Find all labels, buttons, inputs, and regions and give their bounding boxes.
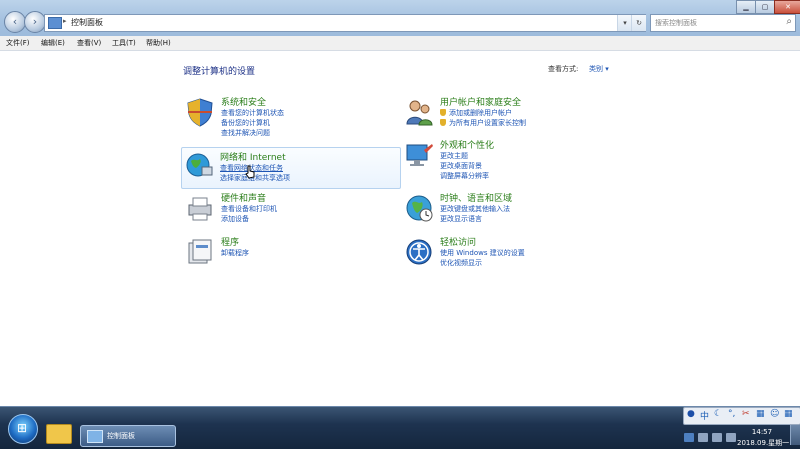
- address-dropdown-icon[interactable]: ▾: [617, 15, 632, 31]
- link-optimize-display[interactable]: 优化视频显示: [440, 258, 482, 268]
- page-title: 调整计算机的设置: [183, 67, 256, 77]
- menu-help[interactable]: 帮助(H): [146, 38, 171, 48]
- main-content: 调整计算机的设置 查看方式: 类别 ▾ 系统和安全 查看您的计算机状态 备份您的…: [0, 51, 800, 406]
- link-change-theme[interactable]: 更改主题: [440, 151, 468, 161]
- users-icon[interactable]: [404, 97, 434, 127]
- search-icon[interactable]: ⌕: [786, 16, 792, 27]
- category-title[interactable]: 外观和个性化: [440, 138, 494, 151]
- uac-shield-icon: [440, 119, 446, 126]
- control-panel-window: ‹ › ▸ 控制面板 ▾ ↻ 搜索控制面板 ⌕ ▁ ▢ ✕ 文件(F) 编辑(E…: [0, 0, 800, 406]
- category-title[interactable]: 系统和安全: [221, 95, 266, 108]
- category-title[interactable]: 程序: [221, 235, 239, 248]
- breadcrumb-control-panel[interactable]: 控制面板: [71, 17, 103, 28]
- link-screen-resolution[interactable]: 调整屏幕分辨率: [440, 171, 489, 181]
- tray-volume-icon[interactable]: [726, 433, 736, 442]
- ime-logo-icon[interactable]: ●: [687, 409, 695, 419]
- link-uninstall[interactable]: 卸载程序: [221, 248, 249, 258]
- globe-network-icon[interactable]: [184, 150, 214, 180]
- ime-user-icon[interactable]: ☺: [770, 409, 779, 419]
- breadcrumb-arrow-icon[interactable]: ▸: [63, 17, 67, 25]
- uac-shield-icon: [440, 109, 446, 116]
- ime-punct-icon[interactable]: °,: [728, 409, 735, 419]
- category-clock-language: 时钟、语言和区域 更改键盘或其他输入法 更改显示语言: [402, 191, 618, 231]
- ime-menu-icon[interactable]: ▦: [784, 409, 793, 419]
- category-system-security: 系统和安全 查看您的计算机状态 备份您的计算机 查找并解决问题: [183, 95, 399, 138]
- forward-button[interactable]: ›: [24, 11, 46, 33]
- menu-tools[interactable]: 工具(T): [112, 38, 136, 48]
- taskbar-clock[interactable]: 14:57 2018.09.星期一: [737, 428, 789, 447]
- taskbar-control-panel[interactable]: 控制面板: [80, 425, 176, 447]
- category-ease-of-access: 轻松访问 使用 Windows 建议的设置 优化视频显示: [402, 235, 618, 275]
- category-title[interactable]: 轻松访问: [440, 235, 476, 248]
- link-check-status[interactable]: 查看您的计算机状态: [221, 108, 284, 118]
- tray-app-icon[interactable]: [684, 433, 694, 442]
- category-hardware-sound: 硬件和声音 查看设备和打印机 添加设备: [183, 191, 399, 231]
- link-add-remove-users[interactable]: 添加或删除用户帐户: [449, 108, 512, 118]
- close-button[interactable]: ✕: [774, 0, 800, 14]
- menu-bar: 文件(F) 编辑(E) 查看(V) 工具(T) 帮助(H): [0, 36, 800, 51]
- clock-date: 2018.09.星期一: [737, 439, 790, 447]
- view-by-label: 查看方式:: [548, 65, 579, 73]
- category-title[interactable]: 用户帐户和家庭安全: [440, 95, 521, 108]
- link-add-device[interactable]: 添加设备: [221, 214, 249, 224]
- printer-icon[interactable]: [185, 193, 215, 223]
- minimize-button[interactable]: ▁: [736, 0, 756, 14]
- explorer-taskbar-icon[interactable]: [46, 424, 72, 444]
- link-change-keyboard[interactable]: 更改键盘或其他输入法: [440, 204, 510, 214]
- start-button[interactable]: ⊞: [8, 414, 38, 444]
- menu-file[interactable]: 文件(F): [6, 38, 30, 48]
- programs-icon[interactable]: [185, 237, 215, 267]
- ime-tools-icon[interactable]: ✂: [742, 409, 750, 419]
- search-placeholder: 搜索控制面板: [655, 19, 697, 27]
- accessibility-icon[interactable]: [404, 237, 434, 267]
- ime-language[interactable]: 中: [700, 409, 709, 422]
- link-parental-controls[interactable]: 为所有用户设置家长控制: [449, 118, 526, 128]
- menu-edit[interactable]: 编辑(E): [41, 38, 65, 48]
- maximize-button[interactable]: ▢: [755, 0, 775, 14]
- taskbar-task-label: 控制面板: [107, 432, 135, 440]
- category-title[interactable]: 网络和 Internet: [220, 150, 286, 163]
- category-appearance: 外观和个性化 更改主题 更改桌面背景 调整屏幕分辨率: [402, 138, 618, 181]
- refresh-icon[interactable]: ↻: [631, 15, 646, 31]
- globe-clock-icon[interactable]: [404, 193, 434, 223]
- hand-cursor-icon: [245, 165, 255, 179]
- control-panel-icon: [48, 17, 62, 29]
- ime-keyboard-icon[interactable]: ▦: [756, 409, 765, 419]
- link-display-language[interactable]: 更改显示语言: [440, 214, 482, 224]
- view-by-dropdown[interactable]: 类别 ▾: [589, 64, 609, 74]
- link-devices-printers[interactable]: 查看设备和打印机: [221, 204, 277, 214]
- monitor-paint-icon[interactable]: [404, 140, 434, 170]
- show-desktop-button[interactable]: [790, 425, 800, 445]
- search-input[interactable]: 搜索控制面板 ⌕: [650, 14, 796, 32]
- category-programs: 程序 卸载程序: [183, 235, 399, 275]
- link-troubleshoot[interactable]: 查找并解决问题: [221, 128, 270, 138]
- tray-network-icon[interactable]: [712, 433, 722, 442]
- category-network-internet[interactable]: 网络和 Internet 查看网络状态和任务 选择家庭组和共享选项: [181, 147, 401, 189]
- ime-toolbar[interactable]: ● 中 ☾ °, ✂ ▦ ☺ ▦: [683, 407, 800, 425]
- menu-view[interactable]: 查看(V): [77, 38, 101, 48]
- ime-moon-icon[interactable]: ☾: [714, 409, 722, 419]
- category-title[interactable]: 时钟、语言和区域: [440, 191, 512, 204]
- link-backup[interactable]: 备份您的计算机: [221, 118, 270, 128]
- category-title[interactable]: 硬件和声音: [221, 191, 266, 204]
- tray-flag-icon[interactable]: [698, 433, 708, 442]
- title-bar: ‹ › ▸ 控制面板 ▾ ↻ 搜索控制面板 ⌕ ▁ ▢ ✕: [0, 0, 800, 36]
- back-button[interactable]: ‹: [4, 11, 26, 33]
- address-bar[interactable]: ▸ 控制面板 ▾ ↻: [44, 14, 646, 32]
- clock-time: 14:57: [751, 428, 773, 436]
- windows-logo-icon: ⊞: [17, 421, 28, 435]
- shield-icon[interactable]: [185, 97, 215, 127]
- link-recommended-settings[interactable]: 使用 Windows 建议的设置: [440, 248, 525, 258]
- control-panel-icon: [87, 430, 103, 443]
- category-user-accounts: 用户帐户和家庭安全 添加或删除用户帐户 为所有用户设置家长控制: [402, 95, 618, 135]
- link-desktop-background[interactable]: 更改桌面背景: [440, 161, 482, 171]
